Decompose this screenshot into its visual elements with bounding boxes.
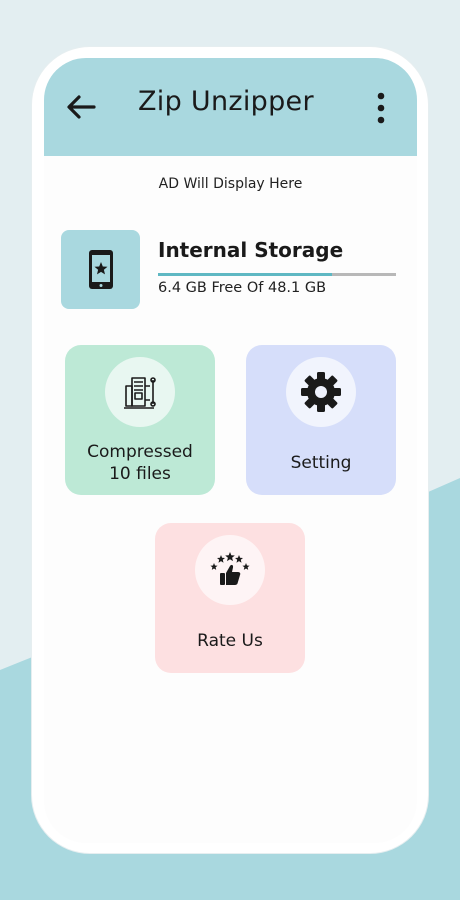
app-screen: Zip Unzipper AD Will Display Here Intern… <box>44 58 417 843</box>
compressed-label: Compressed <box>87 442 193 462</box>
ad-placeholder: AD Will Display Here <box>158 176 303 192</box>
gear-icon <box>301 372 341 412</box>
compressed-card[interactable]: Compressed 10 files <box>65 345 215 495</box>
page-title: Zip Unzipper <box>138 86 314 117</box>
setting-icon-circle <box>286 357 356 427</box>
file-compress-icon <box>124 377 156 409</box>
rate-icon-circle <box>195 535 265 605</box>
compressed-icon-circle <box>105 357 175 427</box>
storage-progress-bar <box>158 273 396 276</box>
rate-us-card[interactable]: Rate Us <box>155 523 305 673</box>
compressed-count: 10 files <box>109 464 171 484</box>
more-vertical-icon[interactable] <box>374 92 388 124</box>
setting-card[interactable]: Setting <box>246 345 396 495</box>
storage-title: Internal Storage <box>158 238 344 262</box>
storage-progress-fill <box>158 273 333 276</box>
setting-label: Setting <box>290 453 352 473</box>
app-bar: Zip Unzipper <box>44 58 417 156</box>
phone-star-icon <box>89 250 113 289</box>
rate-us-label: Rate Us <box>197 631 263 651</box>
storage-summary: 6.4 GB Free Of 48.1 GB <box>158 280 327 296</box>
arrow-left-icon[interactable] <box>66 94 96 120</box>
storage-icon-box[interactable] <box>61 230 140 309</box>
thumbs-up-stars-icon <box>210 552 250 585</box>
